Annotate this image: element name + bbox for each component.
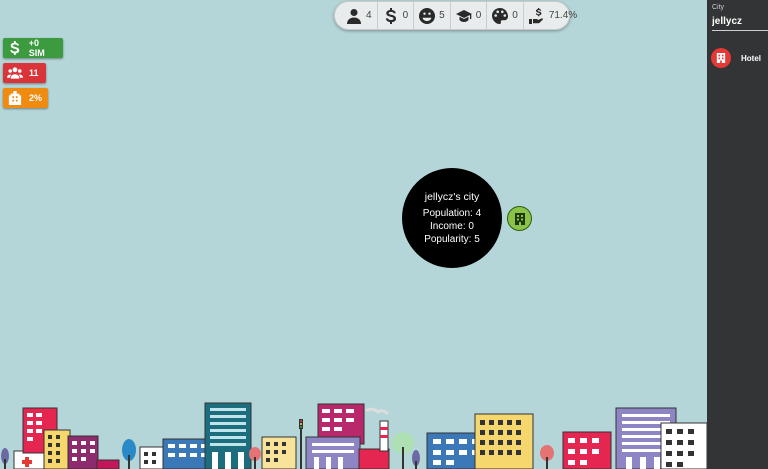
- population-badge[interactable]: 11: [3, 63, 46, 83]
- stat-happiness: 5: [414, 2, 451, 29]
- stat-money: 0: [378, 2, 415, 29]
- city-name-input[interactable]: [712, 13, 768, 31]
- graduation-cap-icon: [455, 9, 472, 22]
- money-badge[interactable]: +0 SIM: [3, 38, 63, 58]
- stat-value: 71.4%: [548, 10, 578, 21]
- city-node[interactable]: jellycz's city Population: 4 Income: 0 P…: [402, 168, 502, 268]
- stat-culture: 0: [487, 2, 524, 29]
- panel-item-label: Hotel: [741, 53, 761, 63]
- city-popularity: Popularity: 5: [424, 233, 480, 245]
- building-icon: [8, 91, 22, 105]
- city-name: jellycz's city: [424, 190, 480, 203]
- city-skyline: [1, 402, 707, 469]
- side-panel: City Hotel: [707, 0, 768, 469]
- panel-item-hotel[interactable]: Hotel: [711, 48, 761, 68]
- smile-icon: [419, 7, 436, 24]
- stat-value: 4: [366, 10, 372, 21]
- stat-value: 0: [402, 10, 409, 21]
- game-map[interactable]: 4 0 5 0 0 71.4% +0 SIM 11 2% jellycz's c…: [0, 0, 707, 469]
- stat-value: 0: [475, 10, 482, 21]
- popularity-badge[interactable]: 2%: [3, 88, 48, 108]
- hand-money-icon: [528, 7, 543, 24]
- stat-population: 4: [341, 2, 378, 29]
- hotel-icon-badge: [711, 48, 731, 68]
- hotel-marker[interactable]: [507, 206, 532, 231]
- dollar-icon: [10, 41, 20, 55]
- stat-education: 0: [451, 2, 488, 29]
- stat-value: 0: [512, 10, 518, 21]
- city-population: Population: 4: [422, 207, 482, 219]
- population-badge-label: 11: [29, 68, 39, 78]
- stat-value: 5: [439, 10, 445, 21]
- stat-tax: 71.4%: [524, 2, 582, 29]
- popularity-badge-label: 2%: [28, 93, 42, 103]
- money-badge-label: +0 SIM: [28, 38, 45, 58]
- hotel-icon: [514, 212, 525, 225]
- dollar-icon: [385, 7, 396, 24]
- city-income: Income: 0: [430, 220, 474, 232]
- stats-bar: 4 0 5 0 0 71.4%: [334, 1, 577, 30]
- hotel-icon: [716, 53, 726, 63]
- users-icon: [7, 67, 23, 79]
- city-field-label: City: [712, 4, 725, 11]
- person-icon: [347, 8, 361, 24]
- palette-icon: [492, 7, 509, 24]
